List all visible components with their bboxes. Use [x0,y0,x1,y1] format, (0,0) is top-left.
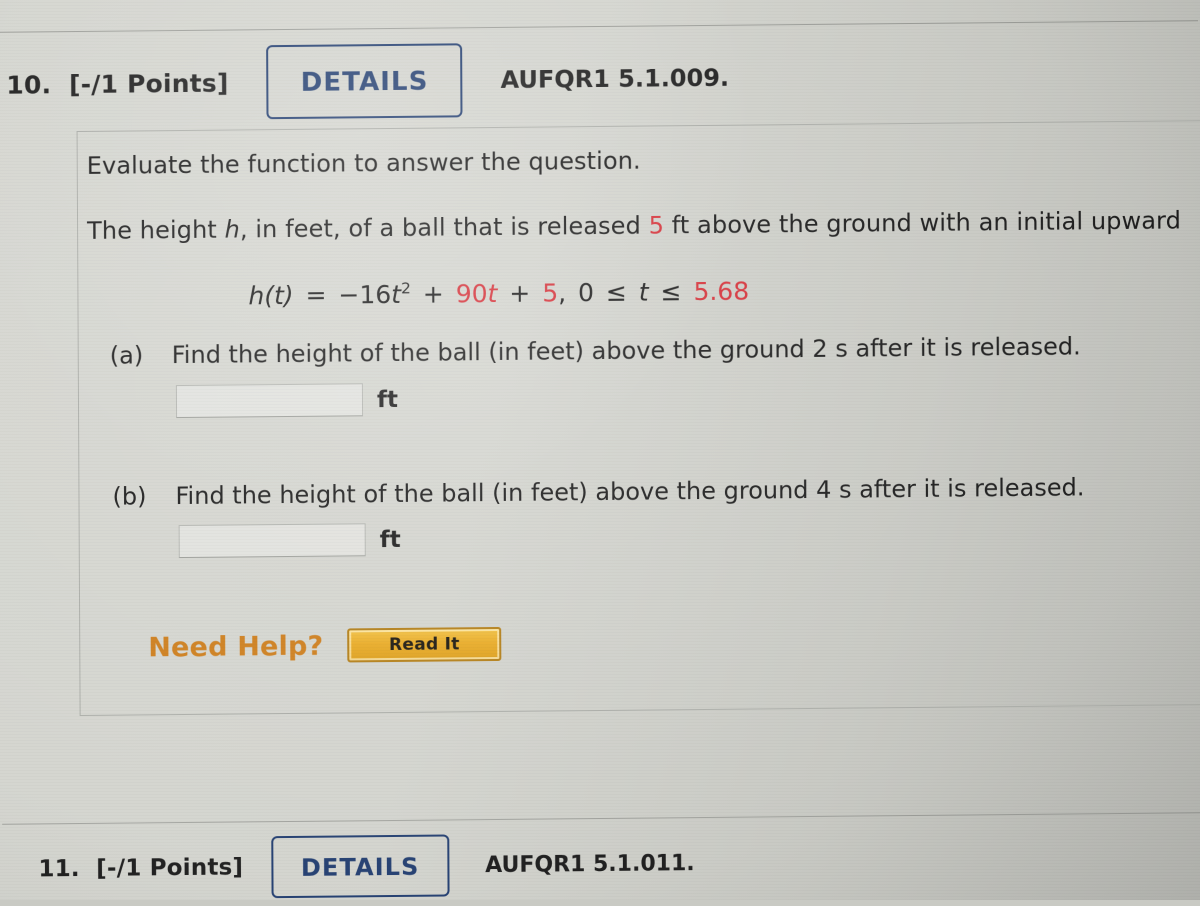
part-a-unit-label: ft [376,386,399,413]
stem-highlight-value: 5 [648,211,665,240]
part-b-answer-row: ft [178,523,401,559]
read-it-label: Read It [388,634,460,656]
formula-term1-coef: 16 [359,279,392,310]
formula-le-2: ≤ [660,277,682,307]
question-10-header: 10. [-/1 Points] DETAILS AUFQR1 5.1.009. [6,41,729,122]
function-formula: h(t) = −16t2 + 90t + 5, 0 ≤ t ≤ 5.68 [248,277,749,311]
question-11-number: 11. [-/1 Points] [38,854,244,883]
formula-le-1: ≤ [605,277,627,307]
formula-plus-2: + [509,278,531,308]
part-b-label: (b) [112,482,147,511]
part-a-answer-input[interactable] [175,383,364,419]
question-11-code: AUFQR1 5.1.011. [485,850,695,878]
top-divider [0,20,1198,33]
instruction-text: Evaluate the function to answer the ques… [86,146,641,180]
formula-term1-sign: − [338,280,360,310]
question-10-number: 10. [-/1 Points] [6,68,229,100]
stem-middle: , in feet, of a ball that is released [239,211,649,244]
need-help-label: Need Help? [148,630,324,663]
question-10-code: AUFQR1 5.1.009. [500,63,730,94]
need-help-row: Need Help? Read It [148,626,502,664]
formula-comma: , [558,278,567,308]
part-b-answer-input[interactable] [178,523,366,559]
stem-before: The height [87,215,225,245]
formula-term2-var: t [487,278,498,309]
formula-lhs: h(t) [248,280,294,311]
part-a-answer-row: ft [175,383,399,419]
read-it-button[interactable]: Read It [347,626,502,663]
formula-term2-coef: 90 [455,279,488,309]
formula-domain-high: 5.68 [693,276,750,307]
details-button-10[interactable]: DETAILS [266,43,463,120]
formula-term1-var: t [391,279,402,309]
question-separator [2,812,1200,825]
stem-after: ft above the ground with an initial upwa… [663,206,1182,240]
part-b-unit-label: ft [379,526,401,553]
formula-domain-var: t [638,277,649,307]
formula-plus-1: + [422,279,444,309]
formula-domain-low: 0 [577,278,595,308]
question-11-header: 11. [-/1 Points] DETAILS AUFQR1 5.1.011. [38,832,695,900]
details-button-11[interactable]: DETAILS [271,834,450,899]
part-a-label: (a) [109,341,144,370]
formula-equals: = [305,280,327,310]
stem-variable: h [224,215,240,244]
formula-constant: 5 [542,278,559,308]
screen-content: 10. [-/1 Points] DETAILS AUFQR1 5.1.009.… [0,0,1200,906]
